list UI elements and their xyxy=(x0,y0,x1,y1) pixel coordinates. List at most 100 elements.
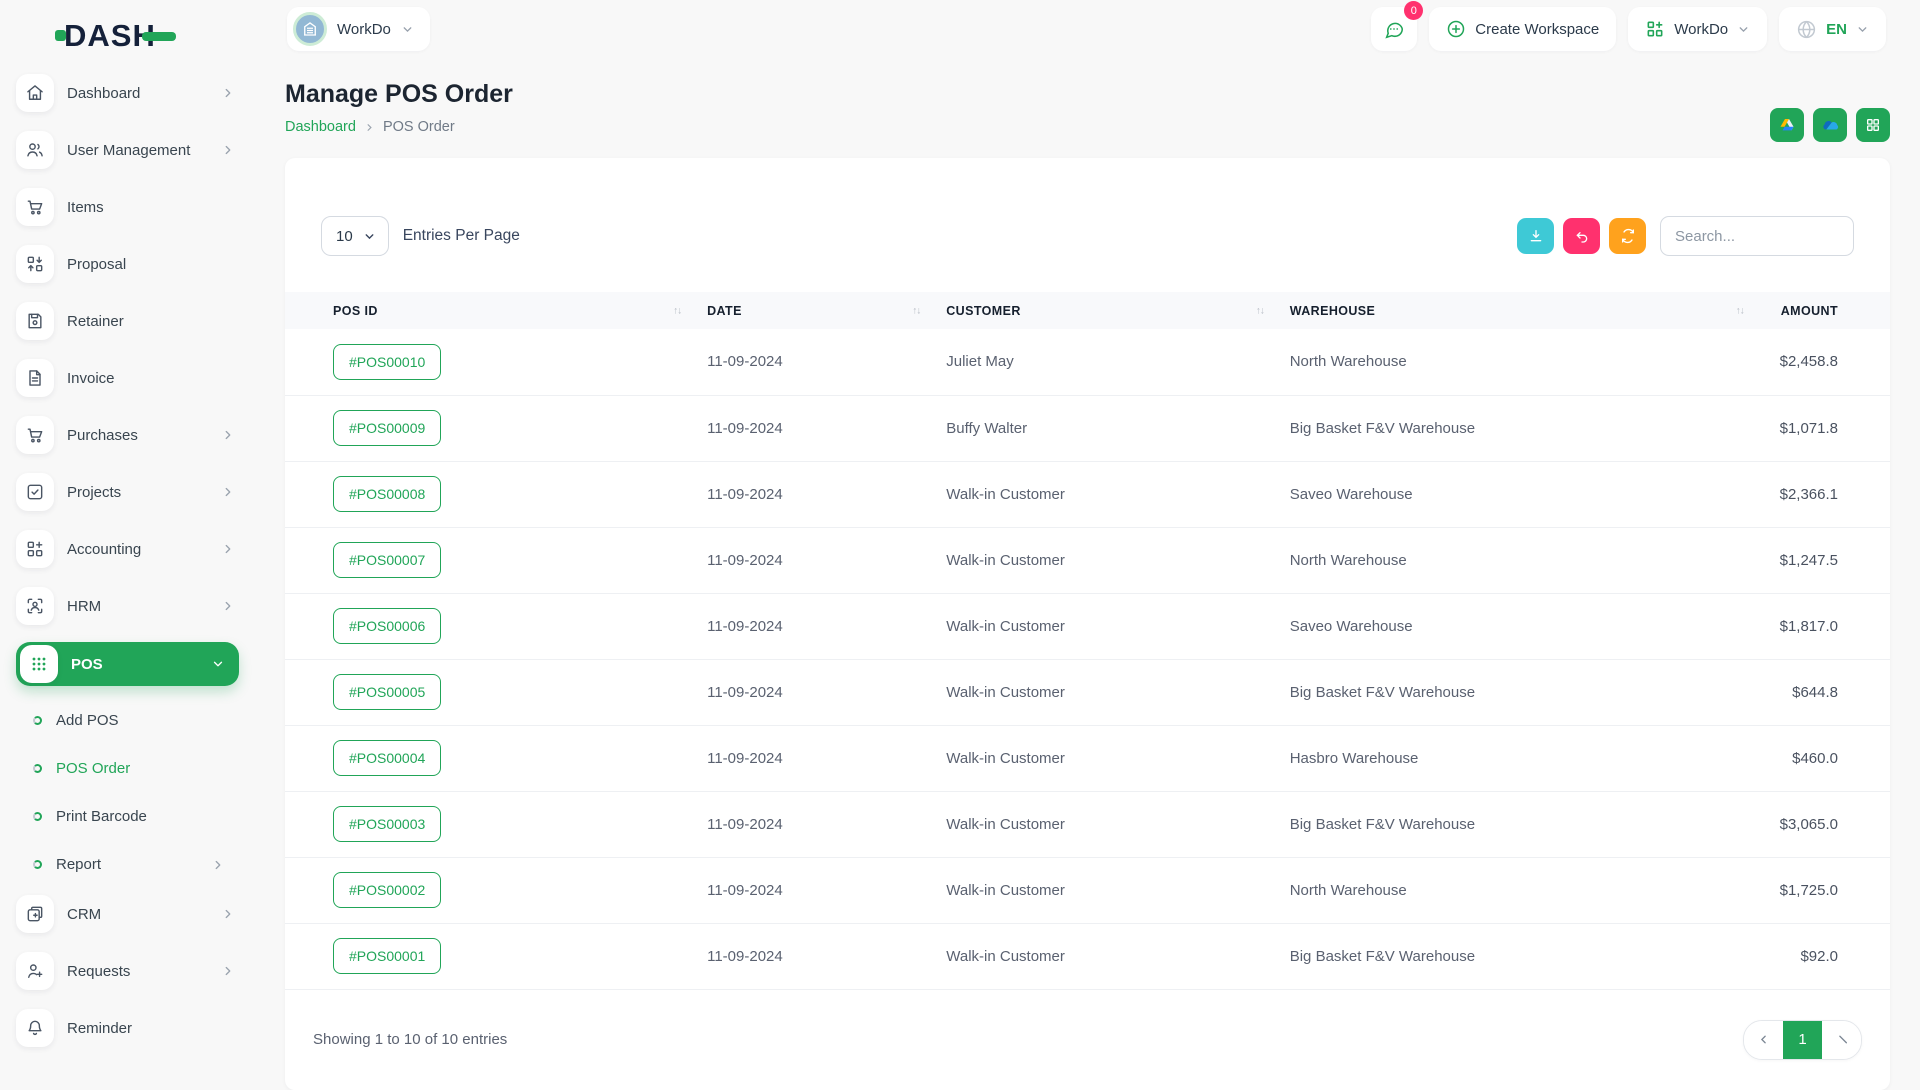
google-drive-button[interactable] xyxy=(1770,108,1804,142)
pos-id-badge[interactable]: #POS00006 xyxy=(333,608,441,644)
sort-icon[interactable]: ↑↓ xyxy=(673,305,681,316)
messages-count-badge: 0 xyxy=(1404,1,1423,20)
grid-apps-button[interactable] xyxy=(1856,108,1890,142)
sidebar-item-purchases[interactable]: Purchases xyxy=(16,414,239,456)
reset-undo-button[interactable] xyxy=(1563,218,1600,254)
pos-id-badge[interactable]: #POS00004 xyxy=(333,740,441,776)
sort-icon[interactable]: ↑↓ xyxy=(912,305,920,316)
pos-id-badge[interactable]: #POS00002 xyxy=(333,872,441,908)
sidebar-item-accounting[interactable]: Accounting xyxy=(16,528,239,570)
sidebar-item-hrm[interactable]: HRM xyxy=(16,585,239,627)
file-icon xyxy=(16,359,54,397)
order-amount: $2,366.1 xyxy=(1770,461,1890,527)
order-amount: $1,725.0 xyxy=(1770,857,1890,923)
download-icon xyxy=(1528,228,1544,244)
column-header-warehouse[interactable]: WAREHOUSE ↑↓ xyxy=(1290,292,1770,329)
order-amount: $1,071.8 xyxy=(1770,395,1890,461)
column-header-amount[interactable]: AMOUNT xyxy=(1770,292,1890,329)
top-header: DASH WorkDo 0 Create Workspace xyxy=(0,0,1920,58)
sidebar-item-proposal[interactable]: Proposal xyxy=(16,243,239,285)
sidebar-item-dashboard[interactable]: Dashboard xyxy=(16,72,239,114)
pagination-prev-button[interactable] xyxy=(1744,1021,1783,1059)
pos-id-badge[interactable]: #POS00010 xyxy=(333,344,441,380)
sort-icon[interactable]: ↑↓ xyxy=(1736,305,1744,316)
pos-id-badge[interactable]: #POS00003 xyxy=(333,806,441,842)
sidebar-item-label: POS xyxy=(71,656,198,673)
orders-card: 10 Entries Per Page xyxy=(285,158,1890,1090)
building-icon xyxy=(293,12,327,46)
cart-icon xyxy=(16,416,54,454)
pos-id-badge[interactable]: #POS00009 xyxy=(333,410,441,446)
pos-id-badge[interactable]: #POS00005 xyxy=(333,674,441,710)
sidebar-item-label: Reminder xyxy=(67,1020,239,1037)
column-header-pos-id[interactable]: POS ID↑↓ xyxy=(285,292,707,329)
search-input[interactable] xyxy=(1660,216,1854,256)
sidebar-item-user-management[interactable]: User Management xyxy=(16,129,239,171)
order-warehouse: North Warehouse xyxy=(1290,329,1770,395)
sidebar-item-label: Requests xyxy=(67,963,208,980)
chevron-down-icon xyxy=(1737,23,1750,36)
sidebar-subitem-pos-order[interactable]: POS Order xyxy=(24,749,239,788)
page-title: Manage POS Order xyxy=(285,80,513,109)
sidebar-nav: Dashboard User Management Items Proposal Ret… xyxy=(0,58,255,1080)
chevron-down-icon xyxy=(401,23,414,36)
sidebar-item-items[interactable]: Items xyxy=(16,186,239,228)
sidebar-item-requests[interactable]: Requests xyxy=(16,950,239,992)
pos-id-badge[interactable]: #POS00001 xyxy=(333,938,441,974)
order-customer: Walk-in Customer xyxy=(946,659,1289,725)
pos-id-badge[interactable]: #POS00007 xyxy=(333,542,441,578)
sidebar-item-pos[interactable]: POS xyxy=(16,642,239,686)
pagination-page-1[interactable]: 1 xyxy=(1783,1021,1822,1059)
sidebar-item-crm[interactable]: CRM xyxy=(16,893,239,935)
entries-per-page-select[interactable]: 10 xyxy=(321,216,389,256)
column-header-date[interactable]: DATE ↑↓ xyxy=(707,292,946,329)
sidebar-item-label: Accounting xyxy=(67,541,208,558)
sidebar-item-projects[interactable]: Projects xyxy=(16,471,239,513)
refresh-button[interactable] xyxy=(1609,218,1646,254)
bullet-icon xyxy=(33,764,42,773)
grid-plus-icon xyxy=(1645,19,1665,39)
grid-apps-icon xyxy=(1865,117,1881,133)
chevron-down-icon xyxy=(211,657,225,671)
language-selector[interactable]: EN xyxy=(1779,7,1886,51)
workspace-selector[interactable]: WorkDo xyxy=(287,7,430,51)
language-code: EN xyxy=(1826,21,1847,38)
dots-grid-icon xyxy=(20,645,58,683)
sort-icon[interactable]: ↑↓ xyxy=(1256,305,1264,316)
chevron-right-icon xyxy=(1835,1033,1848,1046)
order-date: 11-09-2024 xyxy=(707,857,946,923)
sidebar-item-label: User Management xyxy=(67,142,208,159)
column-header-customer[interactable]: CUSTOMER↑↓ xyxy=(946,292,1289,329)
proposal-icon xyxy=(16,245,54,283)
brand-logo[interactable]: DASH xyxy=(55,20,176,51)
sidebar-item-label: Items xyxy=(67,199,239,216)
order-warehouse: Big Basket F&V Warehouse xyxy=(1290,659,1770,725)
main-content: Manage POS Order Dashboard POS Order xyxy=(255,58,1920,1080)
sidebar-item-retainer[interactable]: Retainer xyxy=(16,300,239,342)
pos-id-badge[interactable]: #POS00008 xyxy=(333,476,441,512)
user-plus-icon xyxy=(16,952,54,990)
column-header-label: DATE xyxy=(707,304,742,318)
create-workspace-button[interactable]: Create Workspace xyxy=(1429,7,1616,51)
onedrive-button[interactable] xyxy=(1813,108,1847,142)
chevron-down-icon xyxy=(1856,23,1869,36)
sidebar-subitem-add-pos[interactable]: Add POS xyxy=(24,701,239,740)
order-warehouse: Saveo Warehouse xyxy=(1290,593,1770,659)
sidebar-item-label: Dashboard xyxy=(67,85,208,102)
pagination-next-button[interactable] xyxy=(1822,1021,1861,1059)
chevron-right-icon xyxy=(221,542,235,556)
messages-button[interactable]: 0 xyxy=(1371,7,1417,51)
orders-table-header-row: POS ID↑↓DATE↑↓CUSTOMER↑↓WAREHOUSE↑↓AMOUN… xyxy=(285,292,1890,329)
sidebar-item-invoice[interactable]: Invoice xyxy=(16,357,239,399)
table-row: #POS0000211-09-2024Walk-in CustomerNorth… xyxy=(285,857,1890,923)
export-download-button[interactable] xyxy=(1517,218,1554,254)
entries-per-page-value: 10 xyxy=(336,228,353,245)
breadcrumb-dashboard-link[interactable]: Dashboard xyxy=(285,119,356,135)
sidebar-subitem-report[interactable]: Report xyxy=(24,845,239,884)
order-customer: Walk-in Customer xyxy=(946,527,1289,593)
bullet-icon xyxy=(33,860,42,869)
column-header-label: WAREHOUSE xyxy=(1290,304,1376,318)
workdo-menu-button[interactable]: WorkDo xyxy=(1628,7,1767,51)
sidebar-item-reminder[interactable]: Reminder xyxy=(16,1007,239,1049)
sidebar-subitem-print-barcode[interactable]: Print Barcode xyxy=(24,797,239,836)
